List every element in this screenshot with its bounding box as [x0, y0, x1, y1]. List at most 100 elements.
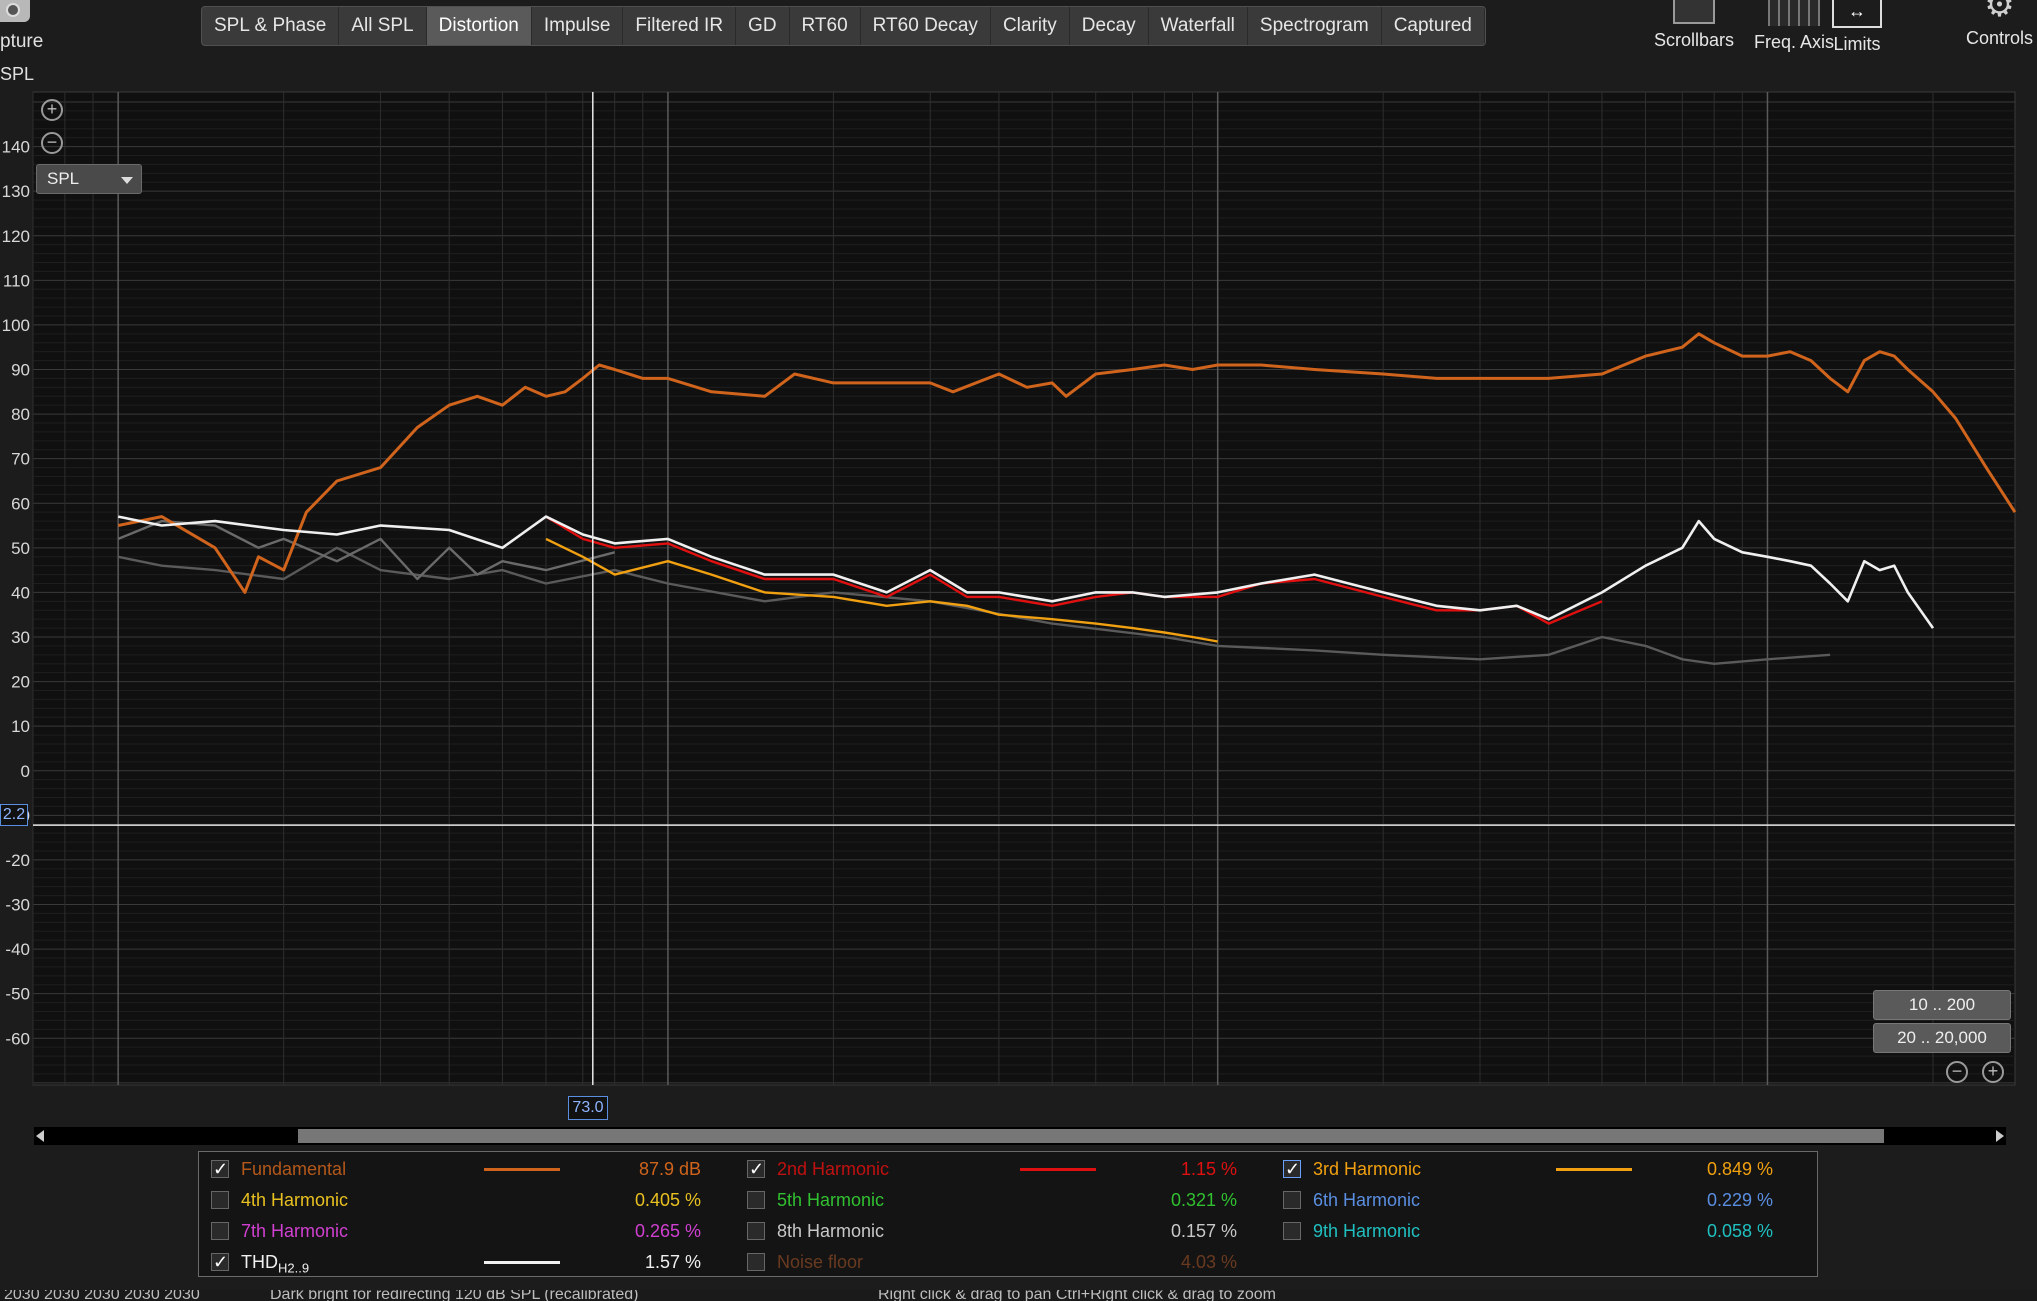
legend-name: 6th Harmonic: [1313, 1190, 1421, 1210]
y-tick-label: 30: [11, 628, 30, 647]
y-tick-label: 10: [11, 717, 30, 736]
scrollbars-label: Scrollbars: [1654, 30, 1735, 50]
x-zoom-out-icon[interactable]: −: [1946, 1061, 1968, 1083]
tab-spectrogram[interactable]: Spectrogram: [1248, 7, 1382, 45]
legend-value: 0.265 %: [634, 1221, 701, 1241]
y-zoom-out-icon[interactable]: −: [41, 132, 63, 154]
y-tick-label: -30: [5, 896, 30, 915]
legend-value: 0.321 %: [1170, 1190, 1237, 1210]
legend-checkbox[interactable]: [747, 1154, 765, 1184]
tab-rt60[interactable]: RT60: [790, 7, 861, 45]
controls-label: Controls: [1966, 28, 2034, 48]
legend-checkbox[interactable]: [211, 1222, 229, 1240]
legend-name: 4th Harmonic: [241, 1190, 349, 1210]
status-left: 2030 2030 2030 2030 2030: [4, 1290, 200, 1301]
capture-icon[interactable]: [0, 0, 30, 22]
legend-checkbox[interactable]: [211, 1247, 229, 1277]
tab-waterfall[interactable]: Waterfall: [1149, 7, 1248, 45]
y-tick-label: -20: [5, 851, 30, 870]
y-tick-label: 0: [21, 762, 30, 781]
legend-item-7th-harmonic: 7th Harmonic 0.265 %: [211, 1216, 731, 1246]
tab-all-spl[interactable]: All SPL: [339, 7, 427, 45]
freq-axis-tool[interactable]: Freq. Axis: [1754, 0, 1834, 53]
scrollbars-tool[interactable]: Scrollbars: [1654, 0, 1734, 51]
freq-axis-icon: [1768, 0, 1821, 26]
legend-name: 2nd Harmonic: [777, 1159, 890, 1179]
legend-name: Noise floor: [777, 1252, 864, 1272]
legend-checkbox[interactable]: [1283, 1154, 1301, 1184]
legend-item-noise-floor: Noise floor 4.03 %: [747, 1247, 1267, 1277]
legend-value: 0.849 %: [1706, 1159, 1773, 1179]
legend-value: 87.9 dB: [638, 1159, 701, 1179]
scroll-left-icon[interactable]: [36, 1130, 44, 1142]
legend-value: 0.229 %: [1706, 1190, 1773, 1210]
limits-tool[interactable]: ↔ Limits: [1832, 0, 1882, 55]
limits-icon: ↔: [1832, 0, 1882, 28]
legend-value: 4.03 %: [1180, 1252, 1237, 1272]
y-scale-select[interactable]: SPL: [36, 164, 142, 194]
tab-filtered-ir[interactable]: Filtered IR: [623, 7, 737, 45]
legend-value: 0.157 %: [1170, 1221, 1237, 1241]
legend-item-3rd-harmonic: 3rd Harmonic 0.849 %: [1283, 1154, 1803, 1184]
horizontal-scrollbar[interactable]: [34, 1127, 2006, 1145]
tab-impulse[interactable]: Impulse: [532, 7, 624, 45]
cursor-x-readout: 73.0: [568, 1096, 608, 1120]
y-tick-label: -50: [5, 985, 30, 1004]
legend-checkbox[interactable]: [747, 1191, 765, 1209]
legend-panel: Fundamental 87.9 dB 2nd Harmonic 1.15 % 3rd …: [198, 1151, 1818, 1277]
scroll-thumb[interactable]: [298, 1129, 1884, 1143]
y-tick-label: 120: [2, 227, 30, 246]
tab-rt60-decay[interactable]: RT60 Decay: [861, 7, 991, 45]
legend-checkbox[interactable]: [1283, 1191, 1301, 1209]
tab-distortion[interactable]: Distortion: [426, 7, 532, 45]
capture-label: pture: [0, 31, 44, 52]
status-right: Right click & drag to pan Ctrl+Right cli…: [878, 1290, 1276, 1301]
legend-checkbox[interactable]: [747, 1253, 765, 1271]
range-20-20000-button[interactable]: 20 .. 20,000: [1873, 1023, 2011, 1053]
y-axis-unit-label: SPL: [0, 64, 35, 84]
status-bar: 2030 2030 2030 2030 2030 Dark bright for…: [0, 1290, 2037, 1301]
legend-name: 5th Harmonic: [777, 1190, 885, 1210]
y-zoom-in-icon[interactable]: +: [41, 99, 63, 121]
cursor-y-readout: 2.2: [0, 804, 28, 826]
legend-name: 7th Harmonic: [241, 1221, 349, 1241]
legend-name: THDH2..9: [241, 1252, 310, 1276]
y-tick-label: 50: [11, 539, 30, 558]
tab-clarity[interactable]: Clarity: [991, 7, 1070, 45]
y-tick-label: 140: [2, 138, 30, 157]
legend-item-4th-harmonic: 4th Harmonic 0.405 %: [211, 1185, 731, 1215]
legend-checkbox[interactable]: [211, 1191, 229, 1209]
gear-icon: ⚙: [1984, 0, 2015, 24]
y-tick-label: 100: [2, 316, 30, 335]
y-tick-label: 80: [11, 405, 30, 424]
tab-captured[interactable]: Captured: [1382, 7, 1485, 45]
distortion-chart[interactable]: 1401301201101009080706050403020100-10-20…: [0, 90, 2037, 1090]
legend-item-9th-harmonic: 9th Harmonic 0.058 %: [1283, 1216, 1803, 1246]
tab-spl-phase[interactable]: SPL & Phase: [202, 7, 340, 45]
legend-name: 3rd Harmonic: [1313, 1159, 1422, 1179]
controls-tool[interactable]: ⚙ Controls: [1966, 0, 2033, 49]
y-tick-label: 110: [3, 271, 30, 290]
legend-name: 9th Harmonic: [1313, 1221, 1421, 1241]
limits-label: Limits: [1833, 34, 1881, 54]
plot-area: [32, 91, 2016, 1086]
x-zoom-in-icon[interactable]: +: [1982, 1061, 2004, 1083]
legend-line-swatch: [1020, 1168, 1096, 1171]
tab-gd[interactable]: GD: [736, 7, 790, 45]
legend-line-swatch: [484, 1261, 560, 1264]
legend-item-thd: THDH2..9 1.57 %: [211, 1247, 731, 1277]
legend-item-8th-harmonic: 8th Harmonic 0.157 %: [747, 1216, 1267, 1246]
y-scale-select-value: SPL: [47, 169, 80, 188]
legend-value: 1.57 %: [644, 1252, 701, 1272]
legend-value: 1.15 %: [1180, 1159, 1237, 1179]
legend-checkbox[interactable]: [1283, 1222, 1301, 1240]
range-10-200-button[interactable]: 10 .. 200: [1873, 990, 2011, 1020]
distortion-plot[interactable]: 1401301201101009080706050403020100-10-20…: [0, 90, 2037, 1090]
legend-name: Fundamental: [241, 1159, 347, 1179]
tab-decay[interactable]: Decay: [1070, 7, 1149, 45]
legend-checkbox[interactable]: [747, 1222, 765, 1240]
legend-checkbox[interactable]: [211, 1154, 229, 1184]
chevron-down-icon: [121, 177, 133, 184]
scroll-right-icon[interactable]: [1996, 1130, 2004, 1142]
y-tick-label: 20: [11, 673, 30, 692]
